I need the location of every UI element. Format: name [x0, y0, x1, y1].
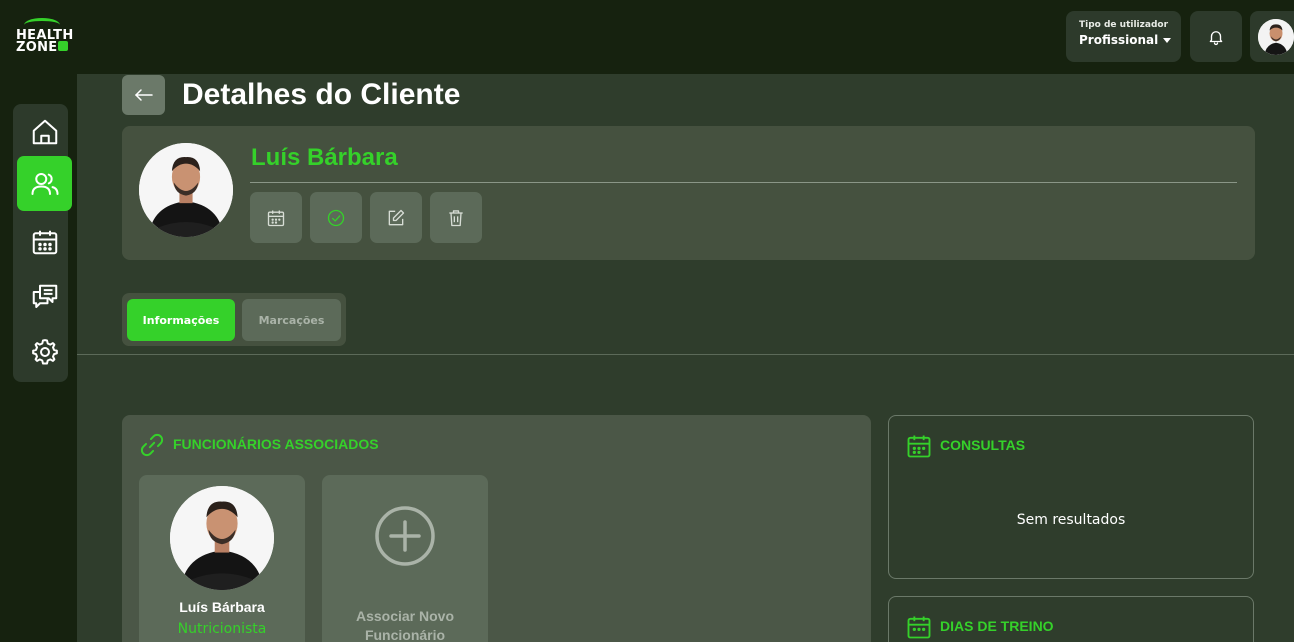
page-title: Detalhes do Cliente — [182, 78, 461, 111]
arrow-left-icon — [134, 89, 153, 101]
delete-button[interactable] — [430, 192, 482, 243]
logo-line-2: ZONE — [16, 40, 58, 55]
healthzone-logo[interactable]: HEALTH ZONE — [14, 18, 73, 55]
chat-icon — [32, 284, 57, 308]
gear-icon — [31, 338, 58, 364]
client-name: Luís Bárbara — [251, 144, 398, 171]
user-avatar-button[interactable] — [1250, 11, 1294, 62]
client-avatar — [139, 143, 233, 237]
schedule-button[interactable] — [250, 192, 302, 243]
sidebar-item-calendar[interactable] — [17, 214, 72, 269]
sidebar-item-settings[interactable] — [17, 324, 72, 379]
notifications-button[interactable] — [1190, 11, 1242, 62]
tab-marcacoes[interactable]: Marcações — [242, 299, 341, 341]
calendar-icon — [907, 616, 931, 639]
edit-icon — [388, 209, 405, 225]
calendar-icon — [32, 230, 57, 254]
approve-button[interactable] — [310, 192, 362, 243]
staff-role: Nutricionista — [177, 621, 267, 637]
section-divider — [77, 354, 1294, 355]
user-type-value: Profissional — [1079, 33, 1181, 47]
training-days-panel: DIAS DE TREINO — [888, 596, 1254, 642]
client-photo-icon — [139, 143, 233, 237]
consultas-empty-text: Sem resultados — [1016, 512, 1126, 528]
staff-photo-icon — [170, 486, 274, 590]
avatar — [1258, 19, 1294, 55]
sidebar — [13, 104, 72, 382]
sidebar-item-clients[interactable] — [17, 156, 72, 211]
add-staff-button[interactable]: Associar Novo Funcionário — [322, 475, 488, 642]
training-days-title: DIAS DE TREINO — [940, 618, 1054, 634]
staff-section-title: FUNCIONÁRIOS ASSOCIADOS — [173, 436, 379, 452]
consultas-title: CONSULTAS — [940, 437, 1026, 453]
client-divider — [250, 182, 1237, 183]
logo-square — [58, 41, 68, 51]
check-circle-icon — [327, 209, 345, 226]
sidebar-item-home[interactable] — [17, 104, 72, 159]
users-icon — [31, 172, 58, 195]
user-type-dropdown[interactable]: Tipo de utilizador Profissional — [1066, 11, 1181, 62]
staff-name: Luís Bárbara — [179, 599, 265, 615]
calendar-icon — [907, 435, 931, 458]
trash-icon — [449, 209, 463, 226]
bell-icon — [1209, 30, 1223, 45]
tab-informacoes[interactable]: Informações — [127, 299, 235, 341]
consultas-panel: CONSULTAS Sem resultados — [888, 415, 1254, 579]
plus-circle-icon — [375, 506, 435, 566]
client-card: Luís Bárbara — [122, 126, 1255, 260]
add-staff-label: Associar Novo Funcionário — [355, 608, 455, 642]
staff-panel: FUNCIONÁRIOS ASSOCIADOS Luís Bárbara Nut… — [122, 415, 871, 642]
user-type-label: Tipo de utilizador — [1079, 20, 1169, 30]
edit-button[interactable] — [370, 192, 422, 243]
top-bar: HEALTH ZONE Tipo de utilizador Profissio… — [0, 0, 1294, 74]
staff-card[interactable]: Luís Bárbara Nutricionista — [139, 475, 305, 642]
chevron-down-icon — [1163, 38, 1172, 43]
back-button[interactable] — [122, 75, 165, 115]
calendar-icon — [267, 210, 285, 226]
link-icon — [140, 433, 164, 457]
home-icon — [32, 119, 57, 144]
user-type-value-text: Profissional — [1079, 33, 1159, 47]
tab-bar: Informações Marcações — [122, 293, 346, 346]
sidebar-item-messages[interactable] — [17, 269, 72, 324]
staff-avatar — [170, 486, 274, 590]
user-photo-icon — [1258, 19, 1294, 55]
